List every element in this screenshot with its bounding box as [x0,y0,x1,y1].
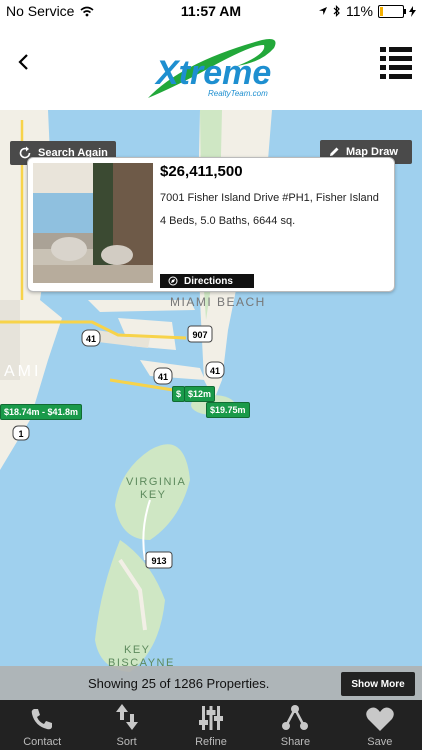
phone-icon [31,709,53,730]
tab-contact[interactable]: Contact [0,700,84,750]
show-more-button[interactable]: Show More [341,672,415,696]
listing-popup[interactable]: $26,411,500 7001 Fisher Island Drive #PH… [27,157,395,292]
tab-contact-label: Contact [23,736,62,748]
bluetooth-icon [333,5,340,17]
charging-bolt-icon [409,5,416,17]
shield-41a-text: 41 [86,334,96,344]
logo-sub: RealtyTeam.com [208,89,268,98]
label-kb-key: KEY [124,644,151,656]
share-icon [282,705,309,730]
properties-count-text: Showing 25 of 1286 Properties. [88,676,270,691]
shield-1-text: 1 [18,429,23,439]
location-arrow-icon [319,7,328,15]
battery-percent: 11% [346,3,373,19]
shield-41-b: 41 [153,367,173,385]
price-pin[interactable]: $ [172,386,186,402]
shield-41b-text: 41 [158,372,168,382]
shield-907: 907 [187,325,213,343]
listing-address: 7001 Fisher Island Drive #PH1, Fisher Is… [160,192,379,204]
price-pin[interactable]: $18.74m - $41.8m [0,404,83,420]
sort-icon [115,704,138,730]
label-key: KEY [140,489,167,501]
shield-41-a: 41 [81,329,101,347]
price-pin[interactable]: $19.75m [206,402,250,418]
app-header: Xtreme RealtyTeam.com [0,22,422,111]
back-chevron-icon[interactable] [14,52,34,72]
tab-refine-label: Refine [195,736,227,748]
tab-share[interactable]: Share [253,700,337,750]
bottom-tab-bar: Contact Sort Refine Share Save [0,700,422,750]
listing-details: 4 Beds, 5.0 Baths, 6644 sq. [160,215,296,227]
shield-1: 1 [12,425,30,441]
label-miami-beach: MIAMI BEACH [170,295,266,309]
list-menu-icon[interactable] [380,46,412,80]
tab-save-label: Save [367,736,393,748]
xtreme-realty-logo: Xtreme RealtyTeam.com [148,39,276,98]
tab-share-label: Share [280,736,311,748]
tab-refine[interactable]: Refine [169,700,253,750]
tab-sort[interactable]: Sort [84,700,168,750]
listing-price: $26,411,500 [160,163,243,180]
compass-icon [168,276,178,286]
label-virginia: VIRGINIA [126,476,186,488]
tab-sort-label: Sort [116,736,137,748]
shield-913-text: 913 [151,556,166,566]
logo-word: Xtreme [154,54,271,92]
tab-save[interactable]: Save [338,700,422,750]
shield-41c-text: 41 [210,366,220,376]
shield-907-text: 907 [192,330,207,340]
directions-label: Directions [184,275,233,287]
status-bar: No Service 11:57 AM 11% [0,0,422,22]
battery-icon [378,4,406,18]
shield-913: 913 [145,551,173,569]
shield-41-c: 41 [205,361,225,379]
sliders-icon [199,706,224,730]
price-pin[interactable]: $12m [184,386,216,402]
directions-button[interactable]: Directions [160,274,254,288]
label-miami: AMI [4,363,41,380]
listing-photo [33,163,153,283]
heart-icon [366,707,394,731]
